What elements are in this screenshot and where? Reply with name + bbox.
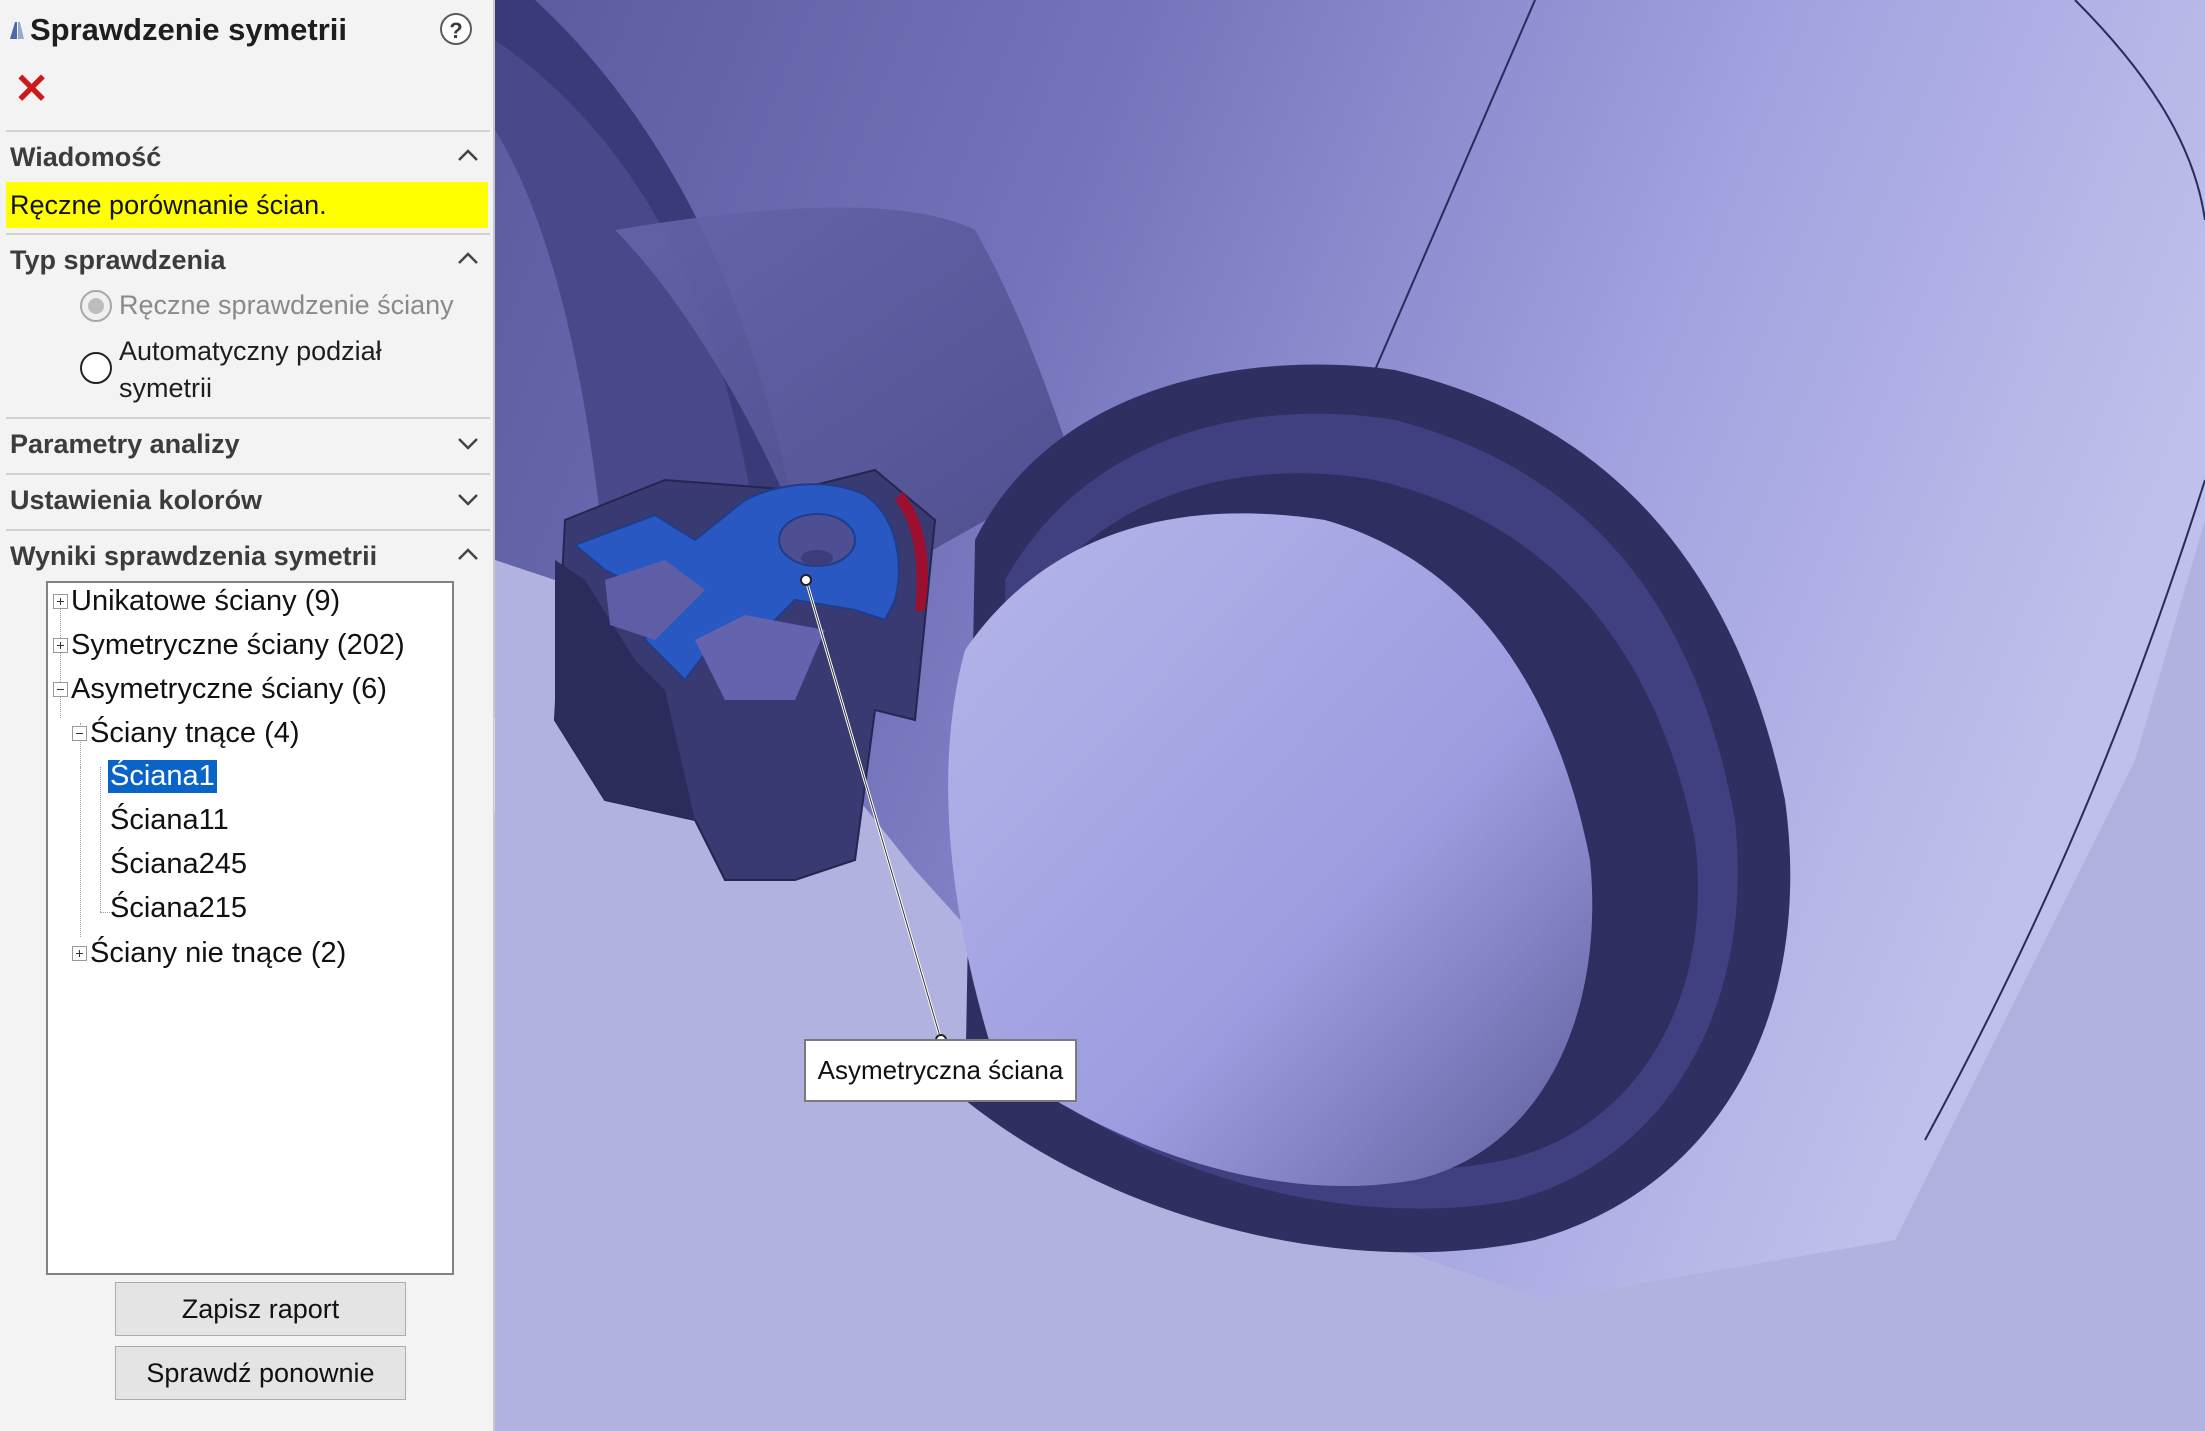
tree-connector [100,767,101,912]
tree-connector [60,608,61,718]
section-color-settings[interactable]: Ustawienia kolorów [6,473,490,527]
manual-check-radio [80,290,112,322]
auto-split-label-line2: symetrii [119,373,212,403]
section-results[interactable]: Wyniki sprawdzenia symetrii [6,529,490,583]
chevron-up-icon[interactable] [456,543,480,567]
section-color-settings-title: Ustawienia kolorów [10,485,263,515]
tree-item-noncutting-faces[interactable]: Ściany nie tnące (2) [90,937,346,970]
section-analysis-params-title: Parametry analizy [10,429,240,459]
auto-split-radio[interactable] [80,352,112,384]
tree-item-unique-faces[interactable]: Unikatowe ściany (9) [71,585,340,618]
tree-connector [80,767,81,937]
message-box: Ręczne porównanie ścian. [6,182,488,228]
recheck-button[interactable]: Sprawdź ponownie [115,1346,406,1400]
tree-item-face[interactable]: Ściana1 [108,760,217,793]
results-tree[interactable]: Unikatowe ściany (9) Symetryczne ściany … [46,581,454,1275]
section-message-title: Wiadomość [10,142,162,172]
section-analysis-params[interactable]: Parametry analizy [6,417,490,471]
tree-item-symmetric-faces[interactable]: Symetryczne ściany (202) [71,629,405,662]
tree-item-asymmetric-faces[interactable]: Asymetryczne ściany (6) [71,673,387,706]
tree-item-face[interactable]: Ściana245 [110,848,247,881]
graphics-viewport[interactable]: Asymetryczna ściana [495,0,2205,1431]
panel-title: Sprawdzenie symetrii [30,12,348,47]
chevron-up-icon[interactable] [456,144,480,168]
expand-icon[interactable] [72,946,87,961]
collapse-icon[interactable] [72,726,87,741]
tree-item-cutting-faces[interactable]: Ściany tnące (4) [90,717,300,750]
chevron-down-icon[interactable] [456,487,480,511]
help-icon[interactable]: ? [440,13,472,45]
tree-item-face[interactable]: Ściana11 [110,804,229,837]
leader-anchor [800,574,812,586]
manual-check-label: Ręczne sprawdzenie ściany [119,290,454,320]
save-report-button[interactable]: Zapisz raport [115,1282,406,1336]
section-check-type-title: Typ sprawdzenia [10,245,226,275]
chevron-down-icon[interactable] [456,431,480,455]
tree-connector [100,912,110,913]
asymmetric-face-callout: Asymetryczna ściana [804,1039,1077,1102]
3d-model-view [495,0,2205,1300]
chevron-up-icon[interactable] [456,247,480,271]
expand-icon[interactable] [53,638,68,653]
close-icon[interactable]: ✕ [14,68,52,110]
expand-icon[interactable] [53,594,68,609]
symmetry-check-icon [10,22,24,39]
message-text: Ręczne porównanie ścian. [10,190,327,220]
section-check-type[interactable]: Typ sprawdzenia [6,233,490,287]
section-message[interactable]: Wiadomość [6,130,490,184]
tree-item-face[interactable]: Ściana215 [110,892,247,925]
section-results-title: Wyniki sprawdzenia symetrii [10,541,378,571]
collapse-icon[interactable] [53,682,68,697]
property-manager-panel: Sprawdzenie symetrii ? ✕ Wiadomość Ręczn… [0,0,495,1431]
panel-header: Sprawdzenie symetrii [8,10,347,50]
bracket-hole-inner [801,550,833,566]
auto-split-label-line1: Automatyczny podział [119,336,382,366]
